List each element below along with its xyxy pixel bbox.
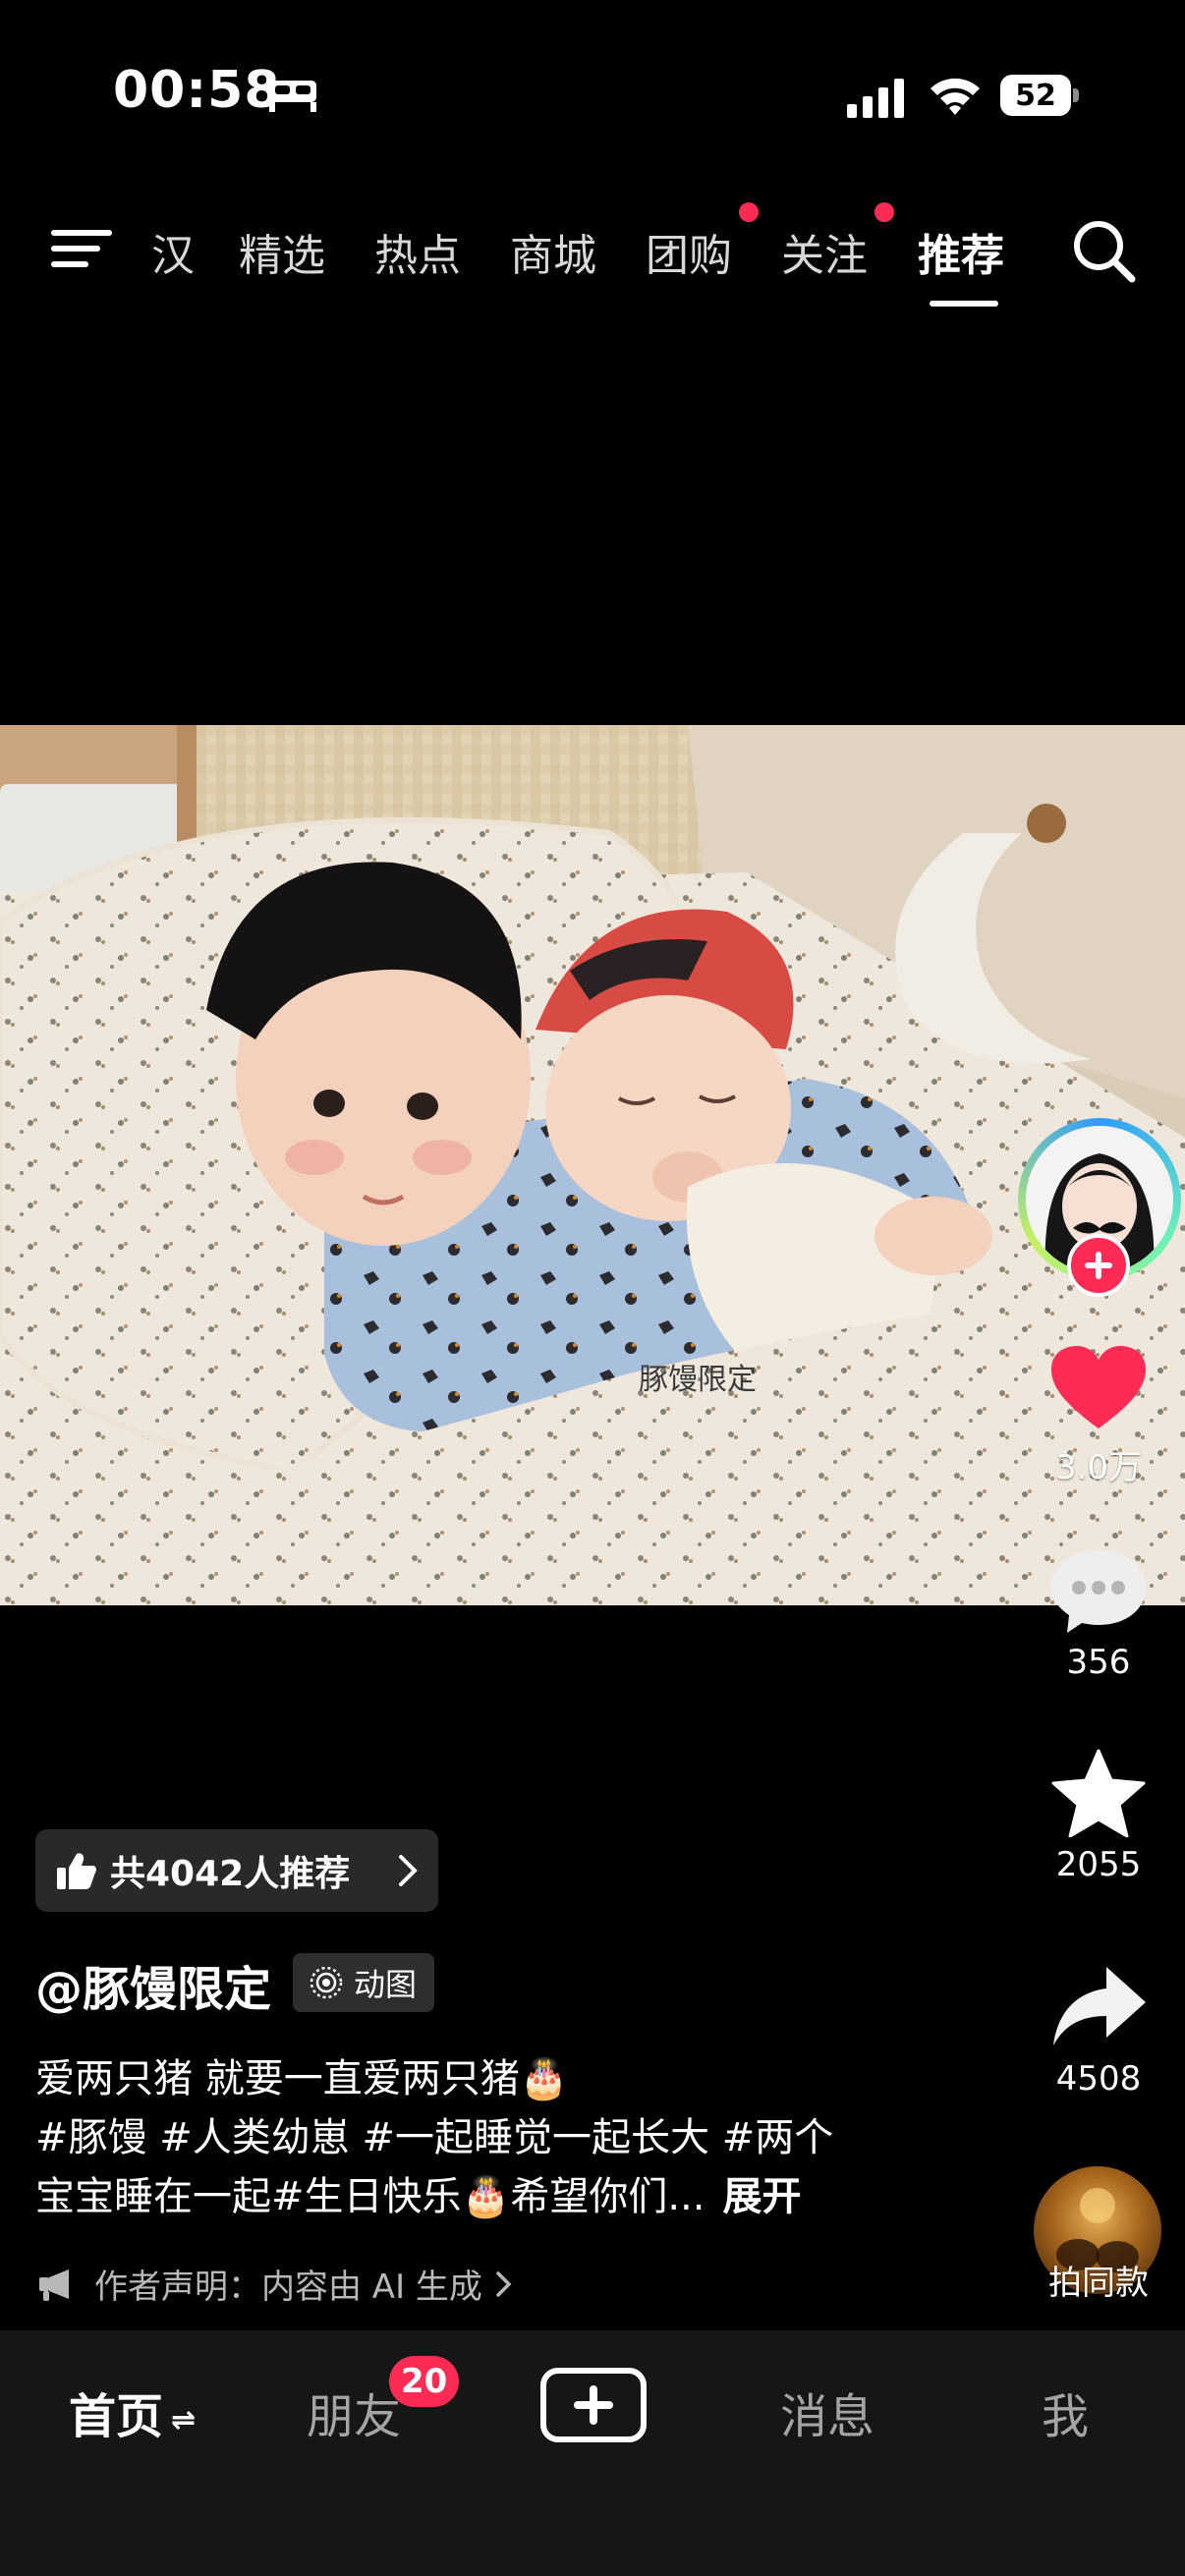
declaration-text: 作者声明：内容由 AI 生成 <box>94 2268 482 2307</box>
tab-hot[interactable]: 热点 <box>374 220 461 283</box>
video-image: 豚馒限定 <box>0 725 1185 1605</box>
bottom-nav: 首页 ⇌ 朋友 20 消息 我 <box>0 2330 1185 2576</box>
status-time: 00:58 <box>113 61 281 120</box>
follow-button[interactable] <box>1067 1234 1130 1297</box>
recommend-pill[interactable]: 共4042人推荐 <box>35 1829 438 1912</box>
menu-icon[interactable] <box>51 224 112 273</box>
share-count: 4508 <box>1055 2059 1142 2099</box>
favorite-count: 2055 <box>1055 1845 1142 1884</box>
live-photo-badge: 动图 <box>293 1953 435 2012</box>
comment-count: 356 <box>1066 1643 1131 1682</box>
group-buy-badge <box>739 202 759 222</box>
same-style-label[interactable]: 拍同款 <box>1022 2256 1175 2304</box>
video-frame[interactable]: 豚馒限定 <box>0 725 1185 1605</box>
star-icon <box>1051 1749 1146 1837</box>
author-avatar[interactable] <box>1018 1118 1181 1297</box>
signal-icon <box>847 79 904 118</box>
friends-badge: 20 <box>389 2356 460 2407</box>
status-bar: 00:58 52 <box>0 0 1185 187</box>
active-tab-indicator <box>930 301 998 307</box>
plus-icon <box>1085 1252 1112 1279</box>
ai-declaration[interactable]: 作者声明：内容由 AI 生成 <box>39 2260 532 2308</box>
tab-following[interactable]: 关注 <box>781 220 868 283</box>
caption-line: 宝宝睡在一起#生日快乐🎂希望你们... <box>35 2174 705 2219</box>
top-nav: 汉 精选 热点 商城 团购 关注 推荐 <box>0 196 1185 324</box>
recommend-text: 共4042人推荐 <box>110 1854 351 1894</box>
comment-button[interactable]: 356 <box>1040 1546 1157 1682</box>
tab-mall[interactable]: 商城 <box>510 220 596 283</box>
battery-tip <box>1073 88 1079 102</box>
search-icon[interactable] <box>1071 218 1138 285</box>
chevron-right-icon <box>399 1855 418 1886</box>
nav-home-label: 首页 <box>69 2389 164 2444</box>
expand-link[interactable]: 展开 <box>722 2174 801 2219</box>
favorite-button[interactable]: 2055 <box>1040 1749 1157 1884</box>
chevron-right-icon <box>496 2270 512 2297</box>
author-name[interactable]: @豚馒限定 <box>35 1950 271 2019</box>
tab-group-buy[interactable]: 团购 <box>646 220 732 283</box>
nav-me[interactable]: 我 <box>1042 2378 1089 2446</box>
share-button[interactable]: 4508 <box>1040 1963 1157 2099</box>
tab-featured[interactable]: 精选 <box>239 220 325 283</box>
video-caption[interactable]: 爱两只猪 就要一直爱两只猪🎂 #豚馒 #人类幼崽 #一起睡觉一起长大 #两个 宝… <box>35 2049 979 2226</box>
live-photo-label: 动图 <box>354 1966 418 2003</box>
video-watermark: 豚馒限定 <box>639 1363 757 1397</box>
following-badge <box>875 202 894 222</box>
swap-icon: ⇌ <box>171 2402 197 2437</box>
nav-friends[interactable]: 朋友 <box>307 2378 401 2446</box>
nav-home[interactable]: 首页 ⇌ <box>69 2378 196 2446</box>
plus-icon <box>574 2385 613 2425</box>
battery-icon: 52 <box>1000 75 1079 116</box>
heart-icon <box>1051 1346 1146 1428</box>
bed-icon <box>269 81 316 112</box>
nav-messages[interactable]: 消息 <box>780 2378 875 2446</box>
live-photo-icon <box>310 1966 343 1999</box>
like-count: 3.0万 <box>1054 1448 1143 1487</box>
megaphone-icon <box>39 2268 69 2301</box>
share-arrow-icon <box>1053 1967 1146 2045</box>
battery-level: 52 <box>1000 75 1071 116</box>
create-button[interactable] <box>540 2368 647 2442</box>
comment-icon <box>1051 1550 1146 1633</box>
tab-recommend[interactable]: 推荐 <box>918 220 1004 283</box>
thumbs-up-icon <box>57 1853 96 1889</box>
like-button[interactable]: 3.0万 <box>1040 1344 1157 1488</box>
caption-line: #豚馒 #人类幼崽 #一起睡觉一起长大 #两个 <box>35 2115 834 2160</box>
caption-line: 爱两只猪 就要一直爱两只猪🎂 <box>35 2056 569 2101</box>
wifi-icon <box>931 78 980 115</box>
tab-han[interactable]: 汉 <box>151 220 195 283</box>
